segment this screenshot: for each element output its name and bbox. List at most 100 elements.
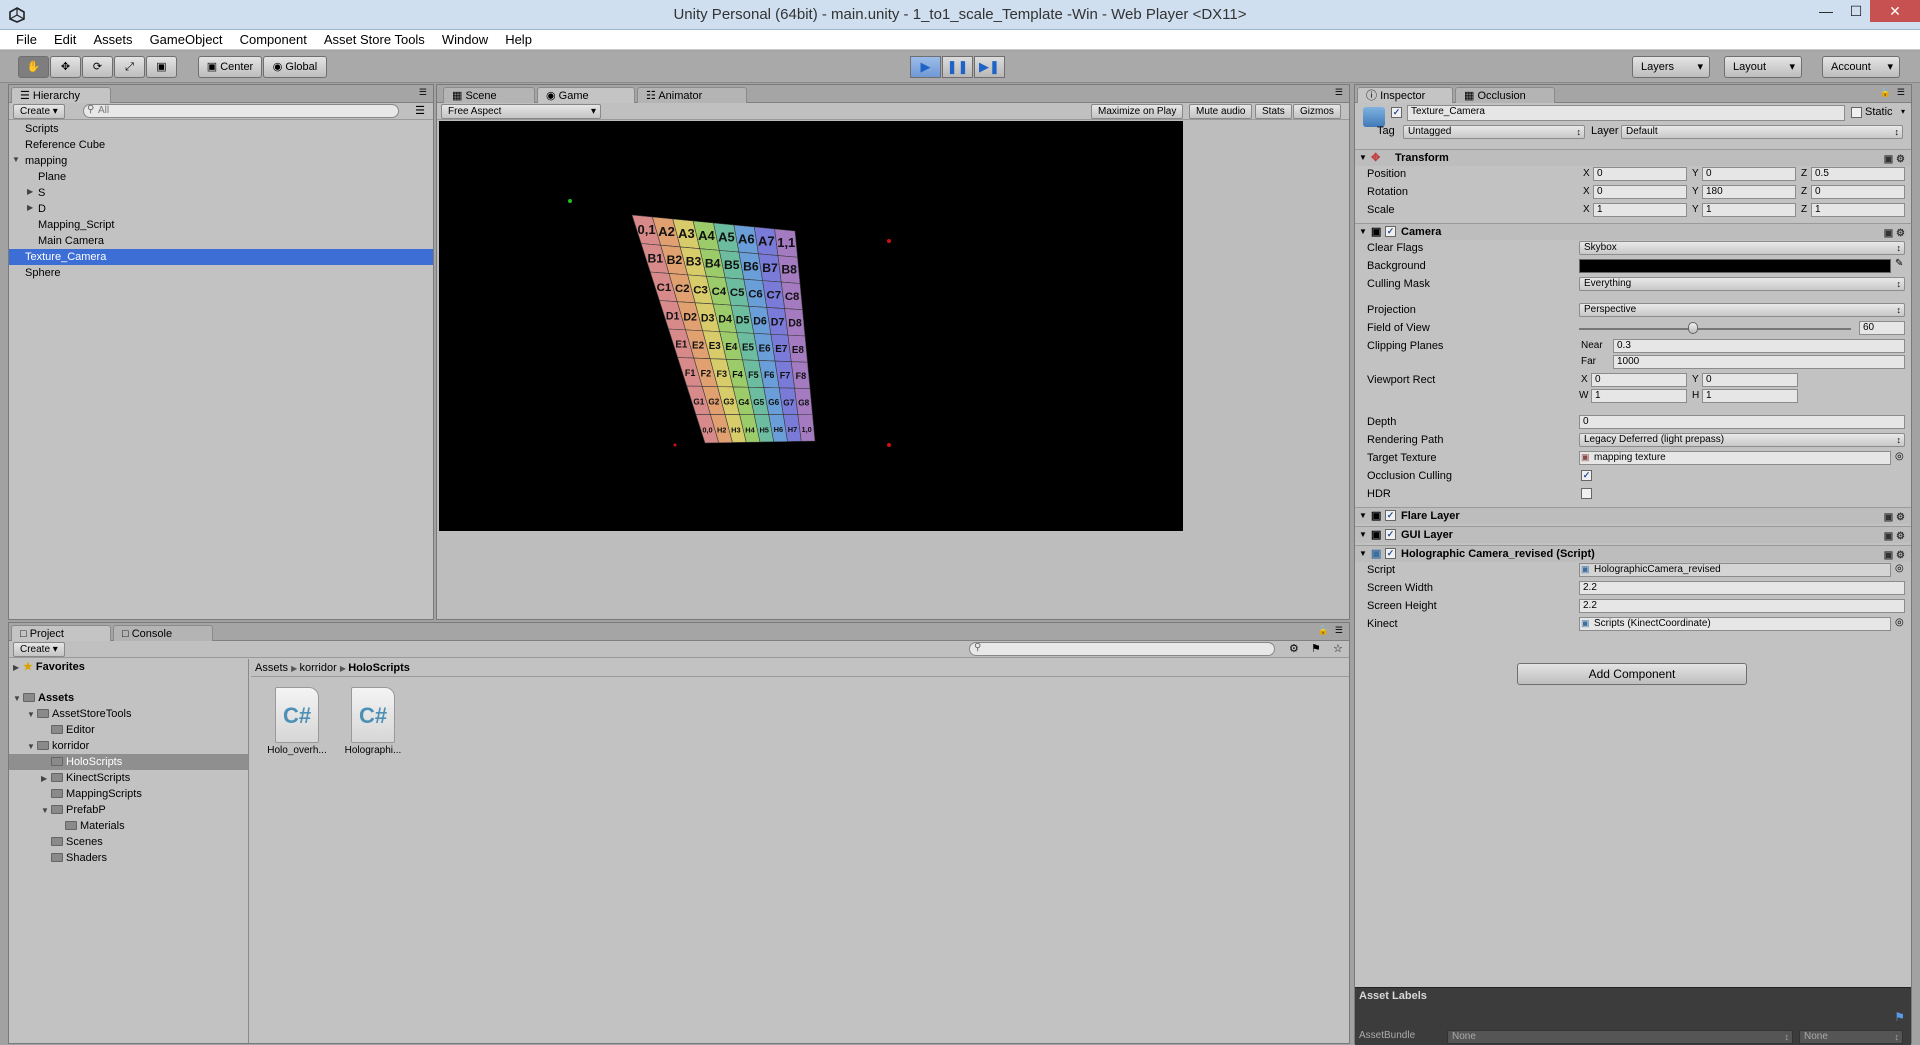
stats-toggle[interactable]: Stats — [1255, 104, 1292, 119]
background-color-swatch[interactable] — [1579, 259, 1891, 273]
tab-game[interactable]: ◉ Game — [537, 87, 635, 103]
scale-z-field[interactable]: 1 — [1811, 203, 1905, 217]
eyedropper-icon[interactable]: ✎ — [1895, 258, 1903, 269]
near-field[interactable]: 0.3 — [1613, 339, 1905, 353]
hierarchy-item-mapping[interactable]: mapping — [25, 153, 67, 169]
menu-window[interactable]: Window — [435, 30, 495, 50]
static-dropdown-icon[interactable]: ▾ — [1901, 107, 1905, 116]
step-button[interactable]: ▶❚ — [974, 56, 1005, 78]
hierarchy-search-input[interactable]: All — [83, 104, 399, 118]
expand-arrow-icon[interactable]: ▼ — [12, 155, 20, 164]
depth-field[interactable]: 0 — [1579, 415, 1905, 429]
position-x-field[interactable]: 0 — [1593, 167, 1687, 181]
collapse-arrow-icon[interactable]: ▶ — [13, 663, 19, 672]
viewport-y-field[interactable]: 0 — [1702, 373, 1798, 387]
folder-materials[interactable]: Materials — [65, 818, 125, 834]
camera-enabled-checkbox[interactable]: ✓ — [1385, 226, 1396, 237]
flare-layer-checkbox[interactable]: ✓ — [1385, 510, 1396, 521]
lock-icon[interactable]: 🔒 — [1880, 87, 1891, 98]
breadcrumb-item-current[interactable]: HoloScripts — [348, 662, 410, 674]
folder-korridor[interactable]: korridor — [37, 738, 89, 754]
label-tag-icon[interactable]: ⚑ — [1311, 642, 1321, 655]
component-settings-icon[interactable]: ▣ ⚙ — [1884, 510, 1905, 526]
hierarchy-item-reference-cube[interactable]: Reference Cube — [25, 137, 105, 153]
folder-mappingscripts[interactable]: MappingScripts — [51, 786, 142, 802]
screen-width-field[interactable]: 2.2 — [1579, 581, 1905, 595]
menu-component[interactable]: Component — [233, 30, 314, 50]
filter-type-icon[interactable]: ⚙ — [1289, 642, 1299, 655]
label-tag-icon[interactable]: ⚑ — [1894, 1010, 1905, 1024]
play-button[interactable]: ▶ — [910, 56, 941, 78]
expand-arrow-icon[interactable]: ▼ — [1359, 508, 1367, 524]
lock-icon[interactable]: 🔒 — [1318, 625, 1329, 636]
asset-file[interactable]: C# Holographi... — [343, 687, 403, 756]
tab-inspector[interactable]: ⓘ Inspector — [1357, 87, 1453, 103]
menu-assets[interactable]: Assets — [86, 30, 139, 50]
fov-slider-track[interactable] — [1579, 328, 1851, 330]
rendering-path-dropdown[interactable]: Legacy Deferred (light prepass) — [1579, 433, 1905, 447]
rotation-z-field[interactable]: 0 — [1811, 185, 1905, 199]
object-name-field[interactable]: Texture_Camera — [1407, 105, 1845, 121]
expand-arrow-icon[interactable]: ▼ — [13, 694, 21, 703]
hierarchy-item-texture-camera[interactable]: Texture_Camera — [9, 249, 433, 265]
aspect-dropdown[interactable]: Free Aspect ▾ — [441, 104, 601, 119]
project-search-input[interactable] — [969, 642, 1275, 656]
hierarchy-item-plane[interactable]: Plane — [38, 169, 66, 185]
account-dropdown[interactable]: Account ▾ — [1822, 56, 1900, 78]
gui-layer-header[interactable]: ▼ ▣ ✓ GUI Layer ▣ ⚙ — [1355, 526, 1911, 543]
far-field[interactable]: 1000 — [1613, 355, 1905, 369]
gizmos-dropdown[interactable]: Gizmos — [1293, 104, 1341, 119]
folder-scenes[interactable]: Scenes — [51, 834, 103, 850]
flare-layer-header[interactable]: ▼ ▣ ✓ Flare Layer ▣ ⚙ — [1355, 507, 1911, 524]
tab-console[interactable]: □ Console — [113, 625, 213, 641]
viewport-x-field[interactable]: 0 — [1591, 373, 1687, 387]
tab-project[interactable]: □ Project — [11, 625, 111, 641]
hierarchy-item-d[interactable]: D — [38, 201, 46, 217]
tab-animator[interactable]: ☷ Animator — [637, 87, 747, 103]
menu-file[interactable]: File — [0, 30, 44, 50]
scale-x-field[interactable]: 1 — [1593, 203, 1687, 217]
space-global-button[interactable]: ◉ Global — [263, 56, 327, 78]
kinect-field[interactable]: Scripts (KinectCoordinate) — [1579, 617, 1891, 631]
rotation-x-field[interactable]: 0 — [1593, 185, 1687, 199]
expand-arrow-icon[interactable]: ▼ — [1359, 150, 1367, 166]
favorite-star-icon[interactable]: ☆ — [1333, 642, 1343, 655]
transform-header[interactable]: ▼ ✥ Transform ▣ ⚙ — [1355, 149, 1911, 166]
folder-prefabp[interactable]: PrefabP — [51, 802, 106, 818]
expand-arrow-icon[interactable]: ▼ — [27, 710, 35, 719]
hierarchy-item-main-camera[interactable]: Main Camera — [38, 233, 104, 249]
culling-mask-dropdown[interactable]: Everything — [1579, 277, 1905, 291]
panel-menu-icon[interactable]: ☰ — [1897, 87, 1905, 98]
script-enabled-checkbox[interactable]: ✓ — [1385, 548, 1396, 559]
rect-tool-icon[interactable]: ▣ — [146, 56, 177, 78]
folder-assetstoretools[interactable]: AssetStoreTools — [37, 706, 131, 722]
expand-arrow-icon[interactable]: ▼ — [41, 806, 49, 815]
active-checkbox[interactable]: ✓ — [1391, 107, 1402, 118]
move-tool-icon[interactable]: ✥ — [50, 56, 81, 78]
layout-dropdown[interactable]: Layout ▾ — [1724, 56, 1802, 78]
collapse-arrow-icon[interactable]: ▶ — [41, 774, 47, 783]
rotation-y-field[interactable]: 180 — [1702, 185, 1796, 199]
breadcrumb-item[interactable]: korridor — [299, 662, 336, 674]
game-viewport[interactable]: 0,1 A2 A3 A4 A5 A6 A7 1,1 B1 B2 B3 B4 B5 B6 B7 B8 C1 C2 C3… — [439, 121, 1183, 531]
collapse-arrow-icon[interactable]: ▶ — [27, 187, 33, 196]
menu-asset-store-tools[interactable]: Asset Store Tools — [317, 30, 432, 50]
asset-file[interactable]: C# Holo_overh... — [267, 687, 327, 756]
fov-field[interactable]: 60 — [1859, 321, 1905, 335]
favorites-item[interactable]: ★ Favorites — [23, 659, 85, 675]
expand-arrow-icon[interactable]: ▼ — [1359, 527, 1367, 543]
static-checkbox[interactable] — [1851, 107, 1862, 118]
panel-menu-icon[interactable]: ☰ — [419, 87, 427, 98]
component-settings-icon[interactable]: ▣ ⚙ — [1884, 226, 1905, 242]
projection-dropdown[interactable]: Perspective — [1579, 303, 1905, 317]
gui-layer-checkbox[interactable]: ✓ — [1385, 529, 1396, 540]
occlusion-culling-checkbox[interactable]: ✓ — [1581, 470, 1592, 481]
hierarchy-item-s[interactable]: S — [38, 185, 45, 201]
rotate-tool-icon[interactable]: ⟳ — [82, 56, 113, 78]
breadcrumb-item[interactable]: Assets — [255, 662, 288, 674]
object-picker-icon[interactable]: ◎ — [1895, 617, 1904, 628]
hdr-checkbox[interactable] — [1581, 488, 1592, 499]
position-z-field[interactable]: 0.5 — [1811, 167, 1905, 181]
expand-arrow-icon[interactable]: ▼ — [1359, 224, 1367, 240]
hierarchy-item-mapping-script[interactable]: Mapping_Script — [38, 217, 114, 233]
